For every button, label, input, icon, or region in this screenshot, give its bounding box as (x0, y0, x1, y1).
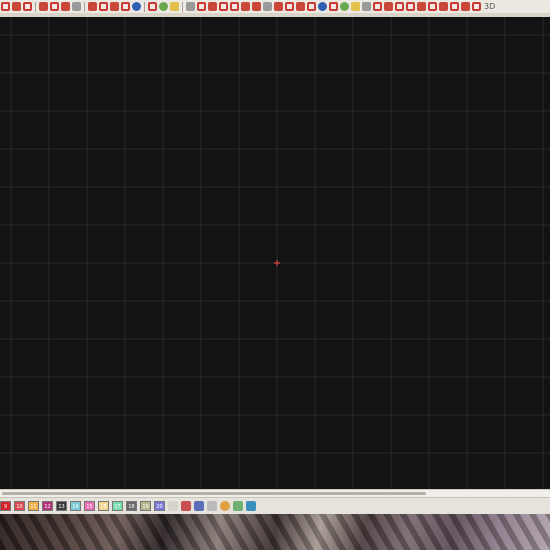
moon-icon[interactable] (148, 2, 157, 11)
gradient-icon[interactable] (373, 2, 382, 11)
lettering-icon[interactable] (307, 2, 316, 11)
canvas-grid (0, 17, 550, 489)
3d-view-label[interactable]: 3D (484, 2, 495, 11)
monogram-icon[interactable] (72, 2, 81, 11)
origin-marker-icon (274, 260, 280, 266)
toolbar-separator (182, 1, 183, 12)
3d-view-icon[interactable] (472, 2, 481, 11)
main-toolbar: 3D (0, 0, 550, 17)
thread-swatch[interactable]: 15 (84, 501, 95, 511)
fill-tool-icon[interactable] (274, 2, 283, 11)
node-edit-icon[interactable] (351, 2, 360, 11)
desktop-wallpaper (0, 514, 550, 550)
thread-palette-bar: 9 10 11 12 13 14 15 16 17 18 19 20 (0, 497, 550, 514)
thread-swatch[interactable]: 17 (112, 501, 123, 511)
run-tool-icon[interactable] (285, 2, 294, 11)
thread-swatch[interactable]: 9 (0, 501, 11, 511)
undo-icon[interactable] (230, 2, 239, 11)
cross-stitch-icon[interactable] (296, 2, 305, 11)
node-edit-icon[interactable] (110, 2, 119, 11)
monogram-icon[interactable] (318, 2, 327, 11)
color-wheel-icon[interactable] (395, 2, 404, 11)
thread-swatch[interactable]: 14 (70, 501, 81, 511)
thread-swatch[interactable]: 13 (56, 501, 67, 511)
circle-tool-icon[interactable] (329, 2, 338, 11)
toolbar-separator (144, 1, 145, 12)
circle-tool-icon[interactable] (88, 2, 97, 11)
thread-swatch[interactable]: 11 (28, 501, 39, 511)
palette-scroll-icon[interactable] (168, 501, 178, 511)
thread-swatch[interactable]: 18 (126, 501, 137, 511)
design-canvas[interactable] (0, 17, 550, 489)
color-wheel-icon[interactable] (220, 501, 230, 511)
cross-stitch-icon[interactable] (50, 2, 59, 11)
line-tool-icon[interactable] (207, 501, 217, 511)
sequence-icon[interactable] (194, 501, 204, 511)
pattern-icon[interactable] (417, 2, 426, 11)
zoom-icon[interactable] (439, 2, 448, 11)
fill-tool-icon[interactable] (23, 2, 32, 11)
moon-icon[interactable] (384, 2, 393, 11)
thread-icon[interactable] (406, 2, 415, 11)
thread-swatch[interactable]: 16 (98, 501, 109, 511)
cut-icon[interactable] (428, 2, 437, 11)
stitch-tool-icon[interactable] (1, 2, 10, 11)
lettering-icon[interactable] (61, 2, 70, 11)
convert-icon[interactable] (99, 2, 108, 11)
scrollbar-thumb[interactable] (2, 492, 426, 495)
run-tool-icon[interactable] (39, 2, 48, 11)
appliqué-icon[interactable] (121, 2, 130, 11)
undo-icon[interactable] (461, 2, 470, 11)
appliqué-icon[interactable] (362, 2, 371, 11)
3d-view-icon[interactable] (241, 2, 250, 11)
thread-swatch[interactable]: 20 (154, 501, 165, 511)
redo-icon[interactable] (450, 2, 459, 11)
thread-swatch[interactable]: 19 (140, 501, 151, 511)
satin-tool-icon[interactable] (263, 2, 272, 11)
color-wheel-icon[interactable] (159, 2, 168, 11)
stitch-list-icon[interactable] (181, 501, 191, 511)
zoom-icon[interactable] (208, 2, 217, 11)
thread-spool-icon[interactable] (246, 501, 256, 511)
gradient-icon[interactable] (132, 2, 141, 11)
convert-icon[interactable] (340, 2, 349, 11)
cut-icon[interactable] (197, 2, 206, 11)
thread-icon[interactable] (170, 2, 179, 11)
redo-icon[interactable] (219, 2, 228, 11)
pattern-icon[interactable] (186, 2, 195, 11)
toolbar-separator (84, 1, 85, 12)
thread-swatch[interactable]: 12 (42, 501, 53, 511)
toolbar-separator (35, 1, 36, 12)
thread-swatch[interactable]: 10 (14, 501, 25, 511)
3d-cube-icon[interactable] (233, 501, 243, 511)
satin-tool-icon[interactable] (12, 2, 21, 11)
stitch-tool-icon[interactable] (252, 2, 261, 11)
